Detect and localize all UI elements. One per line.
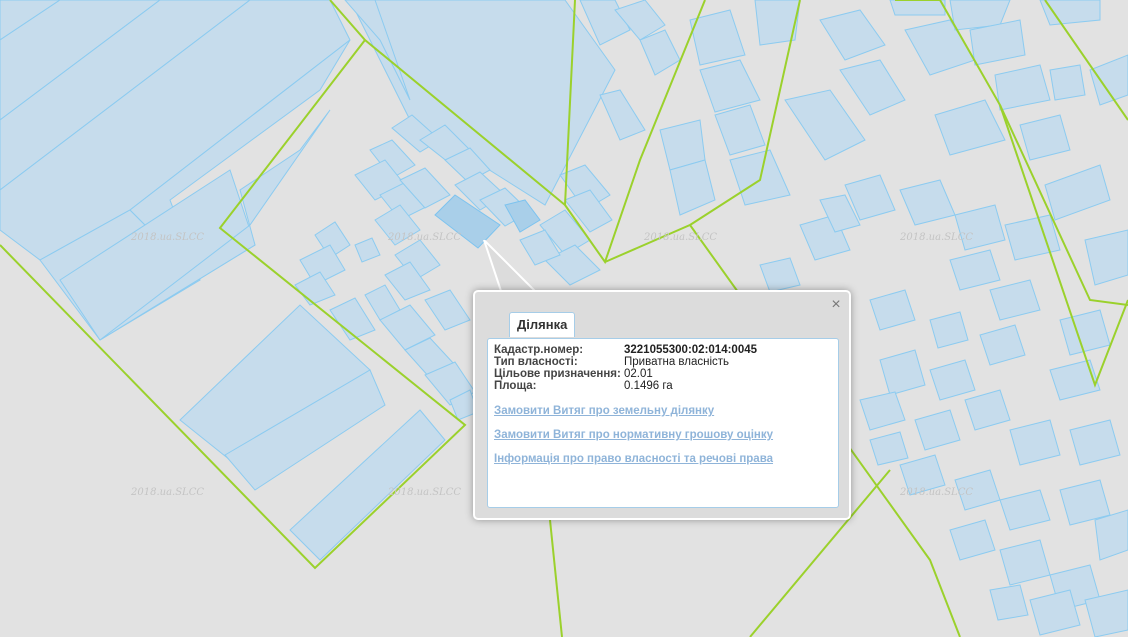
parcel-info-panel: Кадастр.номер: 3221055300:02:014:0045 Ти… <box>487 338 839 508</box>
area-value: 0.1496 га <box>624 380 673 392</box>
order-valuation-extract-link[interactable]: Замовити Витяг про нормативну грошову оц… <box>494 429 773 441</box>
field-label: Кадастр.номер: <box>494 344 584 356</box>
ownership-type-row: Тип власності: Приватна власність <box>494 356 757 368</box>
watermark: 2018.ua.SLCC <box>900 487 974 498</box>
parcel-info-popup: × Ділянка Кадастр.номер: 3221055300:02:0… <box>473 290 851 520</box>
cadastral-number-value: 3221055300:02:014:0045 <box>624 344 758 356</box>
watermark: 2018.ua.SLCC <box>900 232 974 243</box>
order-land-extract-link[interactable]: Замовити Витяг про земельну ділянку <box>494 405 714 417</box>
ownership-info-link[interactable]: Інформація про право власності та речові… <box>494 453 773 465</box>
field-label: Цільове призначення: <box>494 368 621 380</box>
purpose-row: Цільове призначення: 02.01 <box>494 368 757 380</box>
ownership-type-value: Приватна власність <box>624 356 730 368</box>
watermark: 2018.ua.SLCC <box>388 487 462 498</box>
parcel-attributes: Кадастр.номер: 3221055300:02:014:0045 Ти… <box>494 344 757 392</box>
popup-pointer <box>483 240 540 295</box>
watermark: 2018.ua.SLCC <box>131 487 205 498</box>
purpose-value: 02.01 <box>624 368 653 380</box>
tab-parcel[interactable]: Ділянка <box>509 312 576 337</box>
watermark: 2018.ua.SLCC <box>388 232 462 243</box>
field-label: Тип власності: <box>494 356 578 368</box>
watermark: 2018.ua.SLCC <box>644 232 718 243</box>
field-label: Площа: <box>494 380 537 392</box>
area-row: Площа: 0.1496 га <box>494 380 757 392</box>
close-icon[interactable]: × <box>829 297 843 313</box>
watermark: 2018.ua.SLCC <box>131 232 205 243</box>
cadastral-number-row: Кадастр.номер: 3221055300:02:014:0045 <box>494 344 757 356</box>
